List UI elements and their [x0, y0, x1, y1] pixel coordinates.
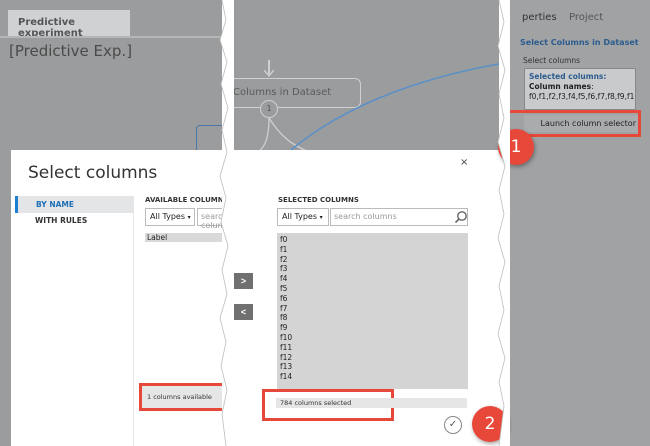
list-item[interactable]: f3	[277, 264, 468, 274]
properties-pane: perties Project Select Columns in Datase…	[506, 0, 650, 446]
dropdown-arrows-icon: ▾	[319, 214, 323, 221]
search-icon[interactable]	[454, 210, 468, 224]
select-columns-label: Select columns	[523, 56, 581, 65]
available-columns-list: Label	[145, 233, 222, 383]
add-column-button[interactable]: >	[234, 273, 253, 289]
list-item[interactable]: f0	[277, 235, 468, 245]
tab-properties[interactable]: perties	[522, 12, 557, 23]
tab-underline	[0, 36, 222, 38]
list-item[interactable]: Label	[145, 233, 222, 242]
selected-columns-list: f0 f1 f2 f3 f4 f5 f6 f7 f8 f9 f10 f11 f1…	[277, 233, 468, 389]
experiment-title: [Predictive Exp.]	[9, 42, 133, 60]
list-item[interactable]: f10	[277, 333, 468, 343]
selected-columns-heading: SELECTED COLUMNS	[278, 196, 359, 204]
close-icon[interactable]: ×	[460, 157, 468, 168]
screenshot-stage: Predictive experiment [Predictive Exp.] …	[0, 0, 650, 446]
selected-search-input[interactable]: search columns	[330, 208, 468, 226]
available-count-status: 1 columns available	[139, 383, 222, 411]
selected-count-status: 784 columns selected	[276, 398, 467, 408]
list-item[interactable]: f9	[277, 323, 468, 333]
list-item[interactable]: f6	[277, 294, 468, 304]
selected-columns-heading: Selected columns:	[529, 72, 607, 81]
available-type-filter-value: All Types	[150, 212, 186, 221]
dropdown-arrows-icon: ▾	[187, 214, 191, 221]
torn-edge-divider	[219, 0, 234, 446]
nav-by-name[interactable]: BY NAME	[15, 196, 133, 213]
selected-count-highlight: 784 columns selected	[262, 389, 467, 421]
tab-project[interactable]: Project	[569, 12, 603, 23]
list-item[interactable]: f8	[277, 313, 468, 323]
list-item[interactable]: f4	[277, 274, 468, 284]
list-item[interactable]: f1	[277, 245, 468, 255]
module-title: Select Columns in Dataset	[520, 38, 639, 47]
list-item[interactable]: f13	[277, 362, 468, 372]
nav-with-rules[interactable]: WITH RULES	[19, 216, 87, 225]
list-item[interactable]: f7	[277, 304, 468, 314]
list-item[interactable]: f11	[277, 343, 468, 353]
list-item[interactable]: f5	[277, 284, 468, 294]
available-type-filter[interactable]: All Types ▾	[145, 208, 195, 226]
column-names-label: Column names	[529, 82, 592, 91]
selected-type-filter-value: All Types	[282, 212, 318, 221]
list-item[interactable]: f12	[277, 353, 468, 363]
select-columns-dialog-right: × > < SELECTED COLUMNS All Types ▾ searc…	[229, 150, 499, 446]
remove-column-button[interactable]: <	[234, 304, 253, 320]
select-columns-dialog-left: Select columns BY NAME WITH RULES AVAILA…	[11, 150, 222, 446]
available-columns-heading: AVAILABLE COLUMNS	[145, 196, 222, 204]
tab-predictive-experiment[interactable]: Predictive experiment	[8, 10, 130, 39]
dialog-title: Select columns	[28, 163, 158, 183]
selected-columns-summary: Selected columns: Column names: f0,f1,f2…	[524, 68, 636, 110]
list-item[interactable]: f2	[277, 255, 468, 265]
connection-curves	[248, 63, 499, 160]
nav-divider	[133, 196, 134, 446]
column-names-value: f0,f1,f2,f3,f4,f5,f6,f7,f8,f9,f10,	[529, 92, 636, 101]
torn-edge-divider-2	[497, 0, 510, 446]
list-item[interactable]: f14	[277, 372, 468, 382]
selected-type-filter[interactable]: All Types ▾	[277, 208, 329, 226]
ok-check-button[interactable]: ✓	[444, 416, 462, 434]
